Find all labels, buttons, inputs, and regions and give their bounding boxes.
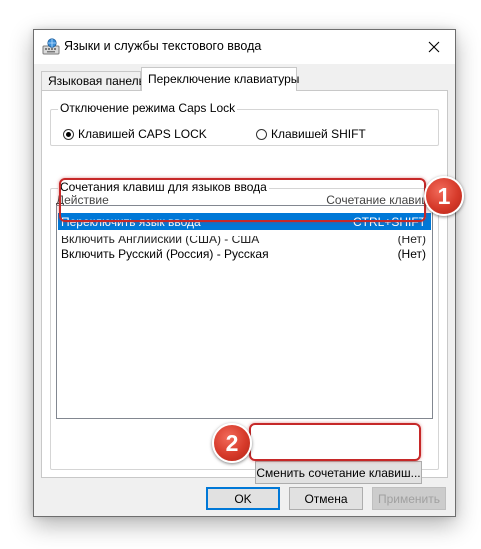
row-combo: (Нет) — [397, 246, 426, 261]
ok-button[interactable]: OK — [206, 487, 280, 510]
close-button[interactable] — [417, 32, 451, 62]
row-combo: CTRL+SHIFT — [352, 214, 426, 229]
apply-button: Применить — [372, 487, 446, 510]
list-item-switch-language[interactable]: Переключить язык ввода CTRL+SHIFT — [58, 213, 431, 230]
window-title: Языки и службы текстового ввода — [64, 39, 262, 53]
radio-button-checked[interactable] — [63, 128, 74, 140]
tab-language-bar[interactable]: Языковая панель — [41, 71, 145, 90]
row-combo: (Нет) — [397, 231, 426, 246]
caps-lock-group: Отключение режима Caps Lock Клавишей CAP… — [50, 101, 439, 146]
step-badge-2: 2 — [212, 423, 252, 463]
close-icon — [428, 41, 440, 53]
cancel-button[interactable]: Отмена — [289, 487, 363, 510]
list-item-russian[interactable]: Включить Русский (Россия) - Русская (Нет… — [58, 245, 431, 262]
radio-button-unchecked[interactable] — [256, 128, 267, 140]
row-action: Включить Английский (США) - США — [61, 231, 260, 246]
row-action: Включить Русский (Россия) - Русская — [61, 246, 269, 261]
step-badge-1: 1 — [424, 176, 464, 216]
tab-panel: Отключение режима Caps Lock Клавишей CAP… — [41, 90, 448, 484]
list-header: Действие Сочетание клавиш — [56, 192, 431, 206]
title-bar[interactable]: Языки и службы текстового ввода — [34, 30, 455, 64]
change-hotkey-button[interactable]: Сменить сочетание клавиш... — [255, 461, 422, 484]
row-action: Переключить язык ввода — [61, 214, 201, 229]
radio-shift-key[interactable]: Клавишей SHIFT — [256, 127, 366, 141]
tab-keyboard-switching[interactable]: Переключение клавиатуры — [141, 67, 299, 91]
keyboard-languages-icon — [42, 38, 60, 55]
hotkeys-listbox[interactable]: Переключить язык ввода CTRL+SHIFT Включи… — [56, 205, 433, 419]
radio-shift-label: Клавишей SHIFT — [271, 127, 366, 141]
caps-lock-group-legend: Отключение режима Caps Lock — [58, 101, 238, 115]
radio-caps-lock-key[interactable]: Клавишей CAPS LOCK — [63, 127, 207, 141]
radio-caps-lock-label: Клавишей CAPS LOCK — [78, 127, 207, 141]
